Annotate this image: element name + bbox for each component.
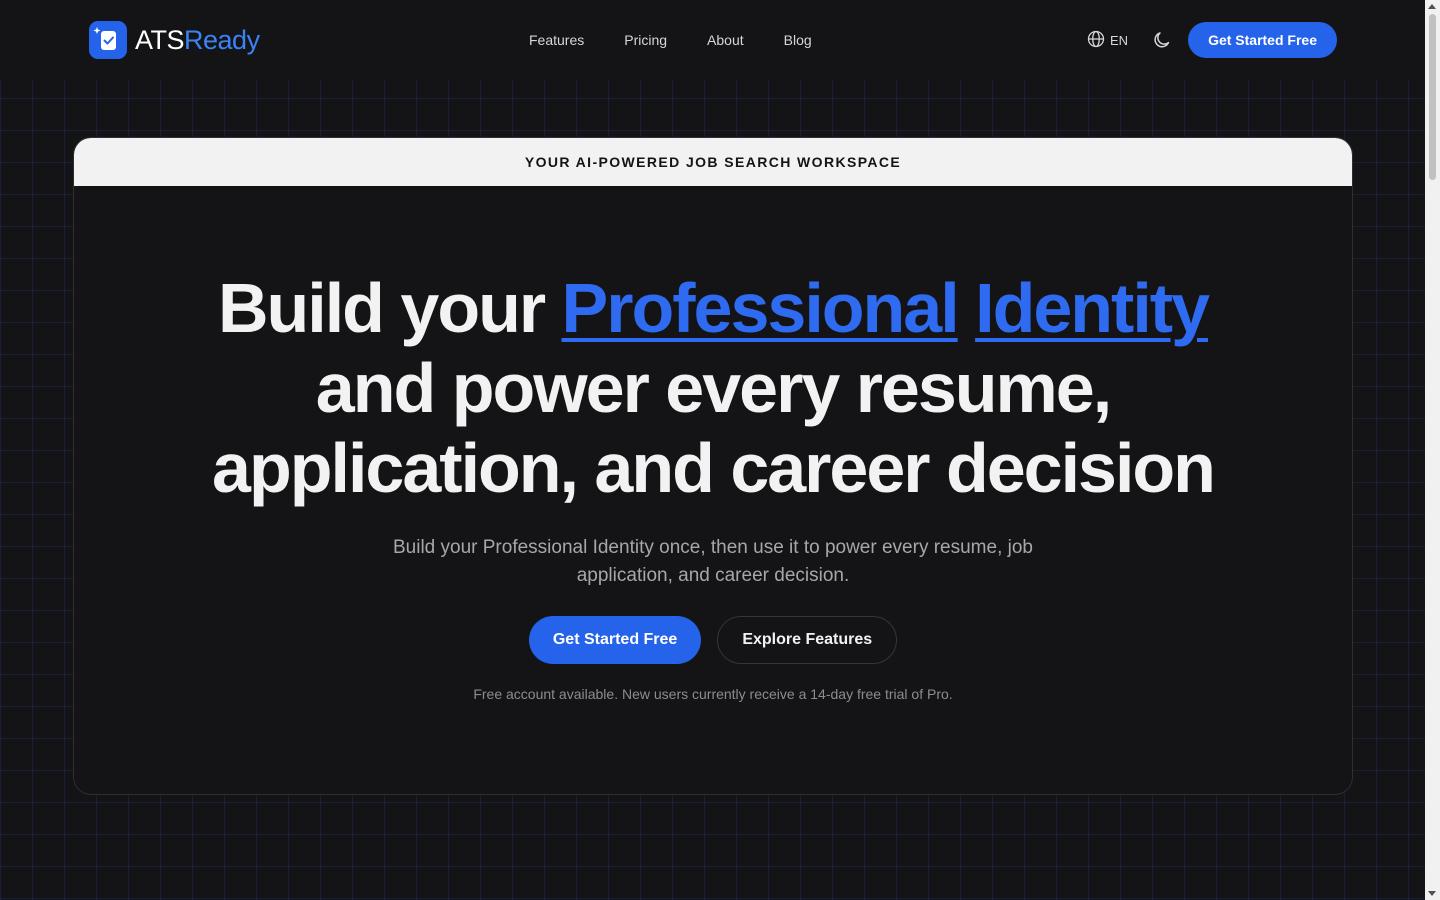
hero-title-line-2: and power every resume, (315, 349, 1112, 427)
nav-link-about[interactable]: About (707, 31, 744, 49)
nav-link-blog[interactable]: Blog (784, 31, 812, 49)
moon-icon[interactable] (1152, 30, 1172, 50)
scroll-down-arrow-icon[interactable] (1428, 891, 1436, 896)
hero-cta-group: Get Started Free Explore Features (74, 616, 1352, 664)
hero-title-highlight-professional: Professional (561, 269, 960, 347)
hero-title-line-3: application, and career decision (212, 429, 1216, 507)
logo[interactable]: ATSReady (89, 21, 260, 59)
navbar: ATSReady Features Pricing About Blog EN … (0, 0, 1425, 80)
scroll-up-arrow-icon[interactable] (1428, 4, 1436, 9)
hero-note: Free account available. New users curren… (473, 686, 953, 702)
nav-actions: EN Get Started Free (1087, 22, 1337, 58)
scroll-thumb[interactable] (1429, 14, 1436, 180)
language-selector[interactable]: EN (1087, 30, 1128, 51)
nav-link-features[interactable]: Features (529, 31, 584, 49)
get-started-button[interactable]: Get Started Free (528, 616, 702, 664)
globe-icon (1087, 30, 1110, 51)
nav-links: Features Pricing About Blog (529, 31, 852, 49)
hero-title-highlight-identity: Identity (975, 269, 1210, 347)
hero-banner: YOUR AI-POWERED JOB SEARCH WORKSPACE (74, 138, 1352, 186)
language-label: EN (1110, 32, 1129, 48)
logo-icon (89, 21, 127, 59)
explore-features-button[interactable]: Explore Features (717, 616, 898, 664)
nav-link-pricing[interactable]: Pricing (624, 31, 667, 49)
hero-title-prefix: Build your (217, 269, 546, 347)
hero-subtitle: Build your Professional Identity once, t… (392, 537, 1033, 586)
nav-get-started-button[interactable]: Get Started Free (1188, 22, 1337, 58)
logo-text: ATSReady (135, 24, 260, 55)
page-scrollbar[interactable] (1425, 0, 1440, 900)
hero-title: Build your Professional Identity and pow… (74, 268, 1352, 508)
hero-card: YOUR AI-POWERED JOB SEARCH WORKSPACE Bui… (73, 137, 1353, 795)
